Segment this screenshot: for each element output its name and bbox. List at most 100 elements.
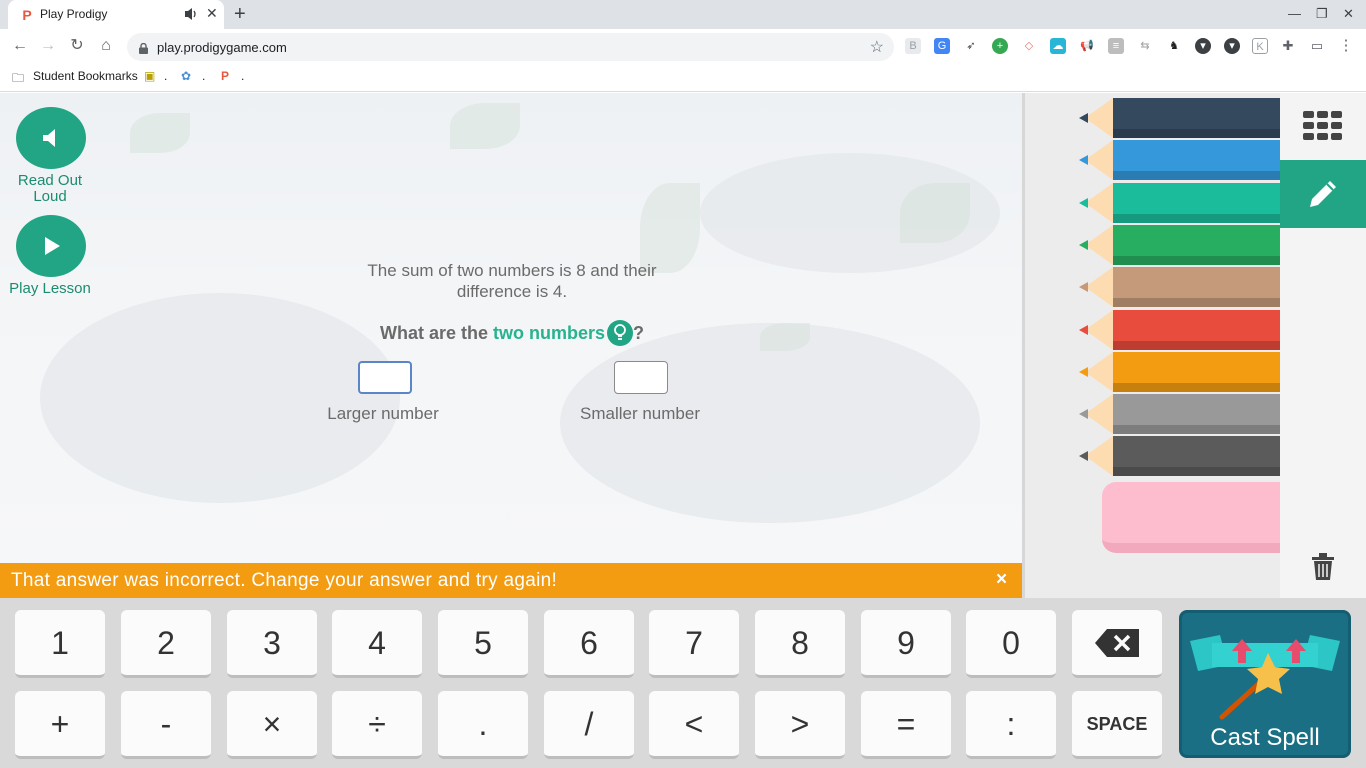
symbol-key-7[interactable]: < bbox=[649, 691, 739, 759]
close-feedback-icon[interactable]: × bbox=[996, 569, 1007, 591]
symbol-key-3[interactable]: × bbox=[227, 691, 317, 759]
pencil-wood bbox=[1085, 309, 1113, 350]
pencil-color-8[interactable] bbox=[1073, 394, 1283, 435]
pencil-icon bbox=[1310, 181, 1336, 207]
forward-icon[interactable]: → bbox=[38, 36, 58, 56]
speaker-icon bbox=[43, 129, 55, 147]
shield-extension-icon[interactable]: ▾ bbox=[1195, 38, 1211, 54]
restore-icon[interactable]: ❐ bbox=[1316, 6, 1328, 22]
lightbulb-hint-icon[interactable] bbox=[607, 320, 634, 346]
pencil-wood bbox=[1085, 351, 1113, 392]
pencil-color-4[interactable] bbox=[1073, 224, 1283, 265]
bookmark-label[interactable]: . bbox=[164, 69, 167, 83]
notes-extension-icon[interactable]: ≡ bbox=[1108, 38, 1124, 54]
spy-extension-icon[interactable]: ♞ bbox=[1166, 38, 1182, 54]
pencil-color-2[interactable] bbox=[1073, 140, 1283, 181]
symbol-key-2[interactable]: - bbox=[121, 691, 211, 759]
symbol-key-1[interactable]: + bbox=[15, 691, 105, 759]
pencil-stripe bbox=[1113, 298, 1283, 308]
symbol-key-5[interactable]: . bbox=[438, 691, 528, 759]
symbol-key-8[interactable]: > bbox=[755, 691, 845, 759]
k-extension-icon[interactable]: K bbox=[1252, 38, 1268, 54]
digit-key-10[interactable]: 0 bbox=[966, 610, 1056, 678]
digit-key-6[interactable]: 6 bbox=[544, 610, 634, 678]
eraser-tool[interactable] bbox=[1102, 482, 1292, 553]
pencil-stripe bbox=[1113, 129, 1283, 138]
cast-spell-button[interactable]: Cast Spell bbox=[1179, 610, 1351, 758]
new-tab-icon[interactable]: + bbox=[234, 3, 252, 25]
pencil-color-3[interactable] bbox=[1073, 182, 1283, 223]
space-key[interactable]: SPACE bbox=[1072, 691, 1162, 759]
smaller-number-input[interactable] bbox=[614, 361, 668, 394]
play-lesson-label: Play Lesson bbox=[9, 280, 91, 297]
digit-key-2[interactable]: 2 bbox=[121, 610, 211, 678]
close-tab-icon[interactable]: ✕ bbox=[206, 5, 218, 22]
bookmark-label[interactable]: . bbox=[241, 69, 244, 83]
keypad-grid-icon[interactable] bbox=[1303, 111, 1343, 141]
classroom-bookmark-icon[interactable]: ▣ bbox=[144, 69, 155, 83]
pencil-stripe bbox=[1113, 425, 1283, 435]
tab-title: Play Prodigy bbox=[40, 7, 108, 21]
home-icon[interactable]: ⌂ bbox=[96, 36, 116, 56]
reload-icon[interactable]: ↻ bbox=[67, 36, 87, 56]
pencil-body bbox=[1113, 98, 1283, 138]
digit-key-4[interactable]: 4 bbox=[332, 610, 422, 678]
prodigy-bookmark-icon[interactable]: P bbox=[221, 69, 229, 83]
rocket-extension-icon[interactable]: ➶ bbox=[963, 38, 979, 54]
bookmark-student-bookmarks[interactable]: Student Bookmarks bbox=[33, 69, 138, 83]
megaphone-extension-icon[interactable]: 📢 bbox=[1079, 38, 1095, 54]
trash-icon[interactable] bbox=[1309, 551, 1337, 586]
close-window-icon[interactable]: ✕ bbox=[1343, 6, 1354, 22]
extension-b-icon[interactable]: B bbox=[905, 38, 921, 54]
digit-key-1[interactable]: 1 bbox=[15, 610, 105, 678]
two-numbers-hint-link[interactable]: two numbers bbox=[493, 323, 605, 343]
menu-kebab-icon[interactable]: ⋮ bbox=[1338, 38, 1354, 54]
read-out-loud-button[interactable] bbox=[16, 107, 86, 169]
shield-extension-2-icon[interactable]: ▾ bbox=[1224, 38, 1240, 54]
palette-bookmark-icon[interactable]: ✿ bbox=[181, 69, 191, 83]
larger-number-input[interactable] bbox=[358, 361, 412, 394]
digit-key-8[interactable]: 8 bbox=[755, 610, 845, 678]
pencil-lead bbox=[1079, 451, 1088, 462]
pencil-color-6[interactable] bbox=[1073, 309, 1283, 350]
backspace-icon bbox=[1095, 629, 1139, 657]
backspace-key[interactable] bbox=[1072, 610, 1162, 678]
symbol-key-9[interactable]: = bbox=[861, 691, 951, 759]
pencil-color-7[interactable] bbox=[1073, 351, 1283, 392]
pencil-stripe bbox=[1113, 171, 1283, 181]
pencil-color-5[interactable] bbox=[1073, 267, 1283, 308]
screencast-extension-icon[interactable]: ◇ bbox=[1021, 38, 1037, 54]
feedback-banner: That answer was incorrect. Change your a… bbox=[0, 563, 1022, 598]
pencil-body bbox=[1113, 224, 1283, 265]
pencil-color-9[interactable] bbox=[1073, 436, 1283, 477]
pencil-body bbox=[1113, 436, 1283, 477]
bookmark-label[interactable]: . bbox=[202, 69, 205, 83]
browser-tab[interactable]: P Play Prodigy ✕ bbox=[8, 0, 224, 29]
cloud-extension-icon[interactable]: ☁ bbox=[1050, 38, 1066, 54]
puzzle-extensions-icon[interactable]: ✚ bbox=[1280, 38, 1296, 54]
symbol-key-4[interactable]: ÷ bbox=[332, 691, 422, 759]
symbol-key-10[interactable]: : bbox=[966, 691, 1056, 759]
minimize-icon[interactable]: — bbox=[1288, 6, 1301, 21]
pencil-body bbox=[1113, 309, 1283, 350]
translate-extension-icon[interactable]: G bbox=[934, 38, 950, 54]
lock-icon bbox=[139, 41, 148, 54]
digit-key-7[interactable]: 7 bbox=[649, 610, 739, 678]
symbol-key-6[interactable]: / bbox=[544, 691, 634, 759]
digit-key-9[interactable]: 9 bbox=[861, 610, 951, 678]
add-extension-icon[interactable]: + bbox=[992, 38, 1008, 54]
address-bar[interactable]: play.prodigygame.com ☆ bbox=[127, 33, 894, 61]
read-out-loud-label: Read Out Loud bbox=[17, 172, 83, 205]
pencil-tool-button[interactable] bbox=[1280, 160, 1366, 228]
game-question-area: Read Out Loud Play Lesson The sum of two… bbox=[0, 93, 1022, 563]
speaker-icon[interactable] bbox=[184, 6, 198, 22]
back-icon[interactable]: ← bbox=[10, 36, 30, 56]
cast-icon[interactable]: ▭ bbox=[1309, 38, 1325, 54]
play-lesson-button[interactable] bbox=[16, 215, 86, 277]
digit-key-3[interactable]: 3 bbox=[227, 610, 317, 678]
digit-key-5[interactable]: 5 bbox=[438, 610, 528, 678]
pencil-lead bbox=[1079, 366, 1088, 377]
pencil-color-1[interactable] bbox=[1073, 98, 1283, 138]
arrows-extension-icon[interactable]: ⇆ bbox=[1137, 38, 1153, 54]
bookmark-star-icon[interactable]: ☆ bbox=[870, 37, 884, 57]
